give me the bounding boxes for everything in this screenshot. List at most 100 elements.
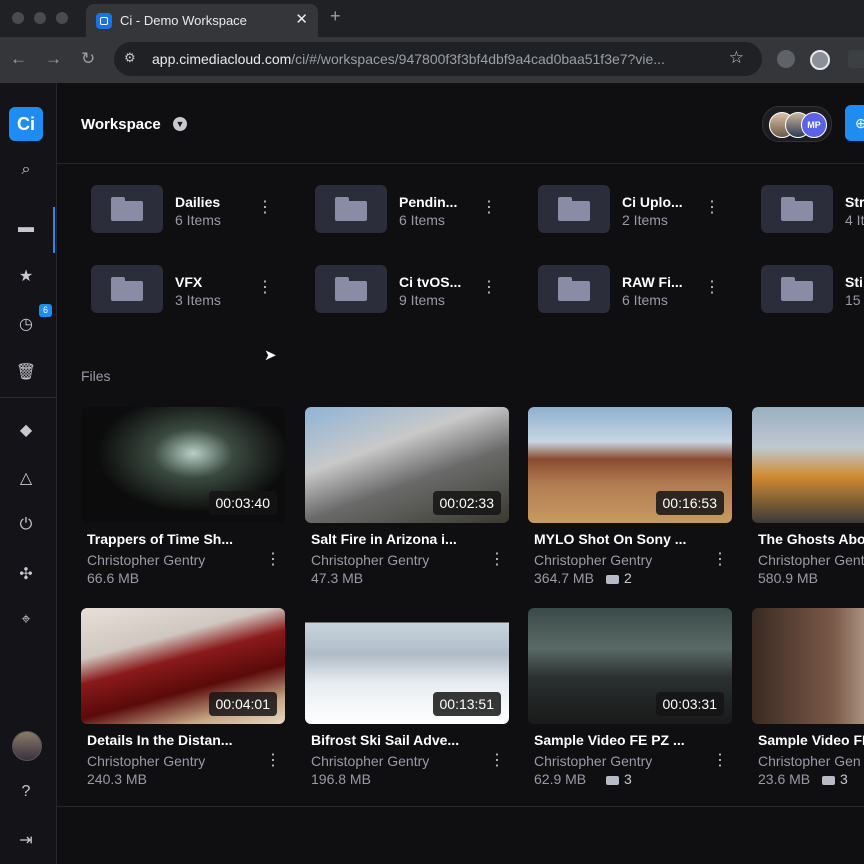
avatar[interactable] [12, 731, 42, 761]
profile-avatar-icon[interactable] [810, 50, 830, 70]
file-title[interactable]: MYLO Shot On Sony ... [534, 531, 686, 547]
folder-tile[interactable]: Ci tvOS... 9 Items ⋮ [315, 265, 525, 315]
kebab-menu-icon[interactable]: ⋮ [265, 750, 281, 770]
file-size: 23.6 MB [758, 771, 811, 787]
file-card[interactable]: 00:03:31 Sample Video FE PZ ... Christop… [528, 608, 732, 798]
file-title[interactable]: Trappers of Time Sh... [87, 531, 233, 547]
comment-count: 3 [822, 771, 848, 787]
maximize-window-button[interactable] [56, 12, 68, 24]
browser-titlebar: Ci - Demo Workspace ✕ + [0, 0, 864, 37]
file-size: 240.3 MB [87, 771, 147, 787]
close-window-button[interactable] [12, 12, 24, 24]
video-thumbnail[interactable]: 00:16:53 [528, 407, 732, 523]
reload-icon[interactable]: ↻ [81, 49, 95, 69]
clock-icon[interactable]: ◷ [0, 314, 52, 334]
site-settings-icon[interactable]: ⚙ [124, 50, 136, 66]
address-bar[interactable]: ⚙ app.cimediacloud.com/ci/#/workspaces/9… [114, 42, 762, 76]
kebab-menu-icon[interactable]: ⋮ [481, 277, 497, 297]
folder-name: Pendin... [399, 194, 458, 210]
kebab-menu-icon[interactable]: ⋮ [712, 750, 728, 770]
file-author: Christopher Gen [758, 753, 861, 769]
folder-tile[interactable]: VFX 3 Items ⋮ [91, 265, 301, 315]
video-thumbnail[interactable]: 00:02:33 [305, 407, 509, 523]
file-size: 364.7 MB [534, 570, 594, 586]
collaborators-group[interactable]: MP [762, 106, 832, 142]
file-card[interactable]: 00:03:40 Trappers of Time Sh... Christop… [81, 407, 285, 597]
file-title[interactable]: Sample Video FE [758, 732, 864, 748]
video-thumbnail[interactable] [752, 608, 864, 724]
file-card[interactable]: 00:02:33 Salt Fire in Arizona i... Chris… [305, 407, 509, 597]
file-card[interactable]: Sample Video FE Christopher Gen 23.6 MB … [752, 608, 864, 798]
forward-arrow-icon[interactable]: → [45, 49, 62, 69]
search-icon[interactable]: ⌕ [0, 161, 52, 179]
file-card[interactable]: 00:16:53 MYLO Shot On Sony ... Christoph… [528, 407, 732, 597]
folder-tile[interactable]: Ci Uplo... 2 Items ⋮ [538, 185, 748, 235]
duration-badge: 00:16:53 [655, 491, 724, 515]
kebab-menu-icon[interactable]: ⋮ [489, 549, 505, 569]
kebab-menu-icon[interactable]: ⋮ [704, 197, 720, 217]
back-arrow-icon[interactable]: ← [10, 49, 27, 69]
folder-item-count: 6 Items [399, 212, 445, 228]
file-title[interactable]: Details In the Distan... [87, 732, 232, 748]
cube-icon[interactable]: ◆ [0, 420, 52, 440]
file-card[interactable]: The Ghosts Abov Christopher Gentry 580.9… [752, 407, 864, 597]
folder-icon [315, 265, 387, 313]
collaborator-initials-avatar: MP [801, 112, 827, 138]
kebab-menu-icon[interactable]: ⋮ [481, 197, 497, 217]
file-title[interactable]: Salt Fire in Arizona i... [311, 531, 457, 547]
browser-tab[interactable]: Ci - Demo Workspace ✕ [86, 4, 318, 37]
video-thumbnail[interactable] [752, 407, 864, 523]
triangle-icon[interactable]: △ [0, 468, 52, 488]
folder-item-count: 4 It [845, 212, 864, 228]
folder-tile[interactable]: Pendin... 6 Items ⋮ [315, 185, 525, 235]
folder-tile[interactable]: Sti 15 [761, 265, 864, 315]
kebab-menu-icon[interactable]: ⋮ [489, 750, 505, 770]
kebab-menu-icon[interactable]: ⋮ [712, 549, 728, 569]
file-title[interactable]: Sample Video FE PZ ... [534, 732, 685, 748]
logout-icon[interactable]: ⇥ [0, 830, 52, 850]
video-thumbnail[interactable]: 00:04:01 [81, 608, 285, 724]
file-title[interactable]: Bifrost Ski Sail Adve... [311, 732, 459, 748]
new-tab-icon[interactable]: + [330, 6, 341, 27]
kebab-menu-icon[interactable]: ⋮ [257, 277, 273, 297]
chevron-down-icon[interactable]: ▼ [173, 117, 187, 131]
share-button[interactable]: ⊕ [845, 105, 864, 141]
file-size: 47.3 MB [311, 570, 364, 586]
kebab-menu-icon[interactable]: ⋮ [704, 277, 720, 297]
folder-name: Ci Uplo... [622, 194, 683, 210]
tab-close-icon[interactable]: ✕ [295, 10, 308, 28]
download-icon[interactable]: ⏻ [0, 516, 52, 534]
folder-icon [538, 265, 610, 313]
help-icon[interactable]: ? [0, 783, 52, 801]
extension-icon[interactable] [777, 50, 795, 68]
active-nav-indicator [53, 207, 55, 253]
file-card[interactable]: 00:13:51 Bifrost Ski Sail Adve... Christ… [305, 608, 509, 798]
kebab-menu-icon[interactable]: ⋮ [257, 197, 273, 217]
content-divider [57, 806, 864, 807]
bookmark-star-icon[interactable]: ☆ [729, 48, 744, 68]
hub-icon[interactable]: ✣ [0, 564, 52, 584]
file-size: 62.9 MB [534, 771, 587, 787]
folder-tile[interactable]: Dailies 6 Items ⋮ [91, 185, 301, 235]
app-sidebar: Ci ⌕ ▬ ★ ◷ 6 🗑 ◆ △ ⏻ ✣ ⌖ ? ⇥ [0, 83, 57, 864]
video-thumbnail[interactable]: 00:03:31 [528, 608, 732, 724]
minimize-window-button[interactable] [34, 12, 46, 24]
target-icon[interactable]: ⌖ [0, 611, 52, 629]
ci-logo[interactable]: Ci [9, 107, 43, 141]
file-card[interactable]: 00:04:01 Details In the Distan... Christ… [81, 608, 285, 798]
star-icon[interactable]: ★ [0, 266, 52, 286]
folder-item-count: 9 Items [399, 292, 445, 308]
video-thumbnail[interactable]: 00:03:40 [81, 407, 285, 523]
folder-tile[interactable]: RAW Fi... 6 Items ⋮ [538, 265, 748, 315]
url-text[interactable]: app.cimediacloud.com/ci/#/workspaces/947… [152, 51, 665, 67]
kebab-menu-icon[interactable]: ⋮ [265, 549, 281, 569]
folder-tile[interactable]: Str 4 It [761, 185, 864, 235]
folder-item-count: 3 Items [175, 292, 221, 308]
comment-count: 3 [606, 771, 632, 787]
video-thumbnail[interactable]: 00:13:51 [305, 608, 509, 724]
extensions-puzzle-icon[interactable] [848, 50, 864, 68]
file-title[interactable]: The Ghosts Abov [758, 531, 864, 547]
workspace-title[interactable]: Workspace [81, 116, 161, 133]
folder-icon[interactable]: ▬ [0, 219, 52, 237]
trash-icon[interactable]: 🗑 [0, 362, 52, 382]
